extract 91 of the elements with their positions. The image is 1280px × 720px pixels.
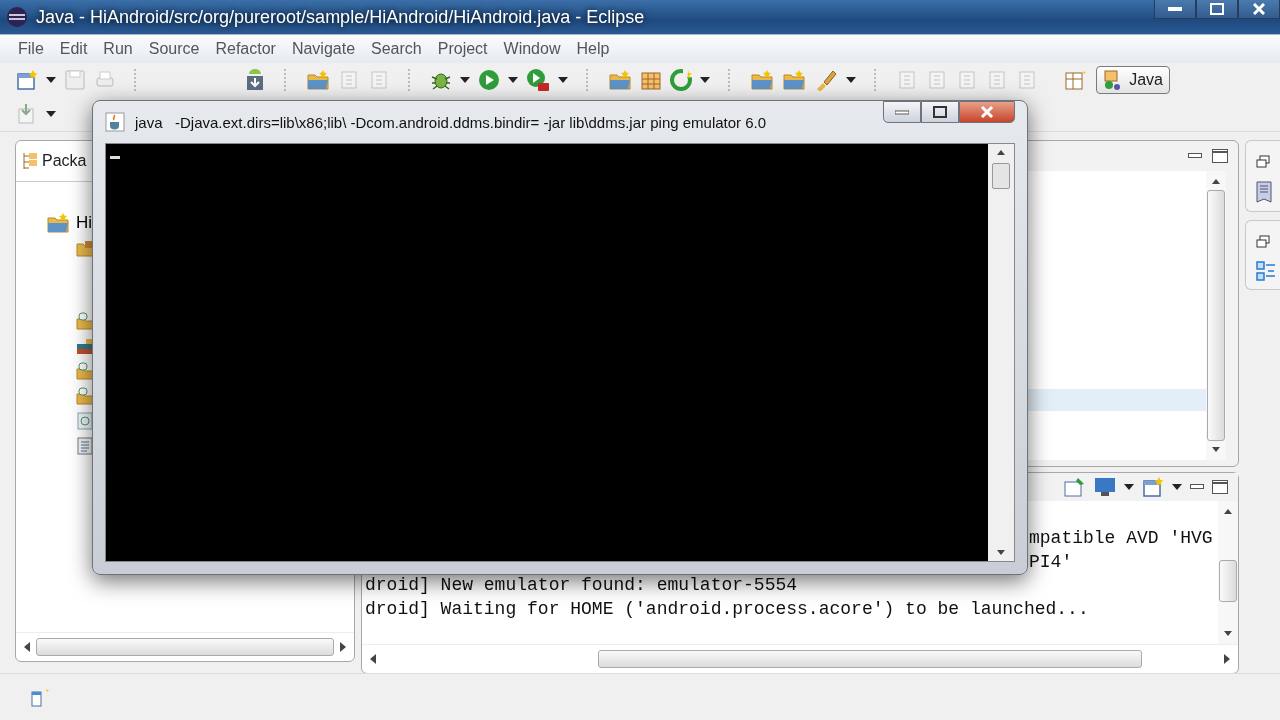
minimize-icon[interactable] xyxy=(1190,484,1204,490)
console-line: droid] Waiting for HOME ('android.process.acore') to be launched... xyxy=(365,598,1089,619)
new-window-icon[interactable] xyxy=(16,69,38,91)
new-project-icon[interactable] xyxy=(306,69,330,91)
caret-icon[interactable] xyxy=(700,77,710,83)
outline-icon[interactable] xyxy=(1256,261,1276,281)
task-list-icon[interactable] xyxy=(1256,181,1272,203)
window-title: java -Djava.ext.dirs=lib\x86;lib\ -Dcom.android.ddms.bindir= -jar lib\ddms.jar ping emulator 6.0 xyxy=(135,113,767,131)
source-folder-icon xyxy=(76,361,94,380)
scroll-thumb[interactable] xyxy=(1207,190,1225,441)
project-icon[interactable] xyxy=(46,212,70,234)
caret-icon[interactable] xyxy=(460,77,470,83)
window-title: Java - HiAndroid/src/org/pureroot/sample/HiAndroid/HiAndroid.java - Eclipse xyxy=(36,6,645,28)
tree-item[interactable]: Hi xyxy=(76,213,93,233)
maximize-icon xyxy=(933,106,947,118)
minimize-icon xyxy=(895,109,909,115)
menu-item[interactable]: Project xyxy=(429,40,496,58)
console-line: PI4' xyxy=(1029,551,1073,572)
menu-item[interactable]: Navigate xyxy=(283,40,364,58)
caret-icon[interactable] xyxy=(508,77,518,83)
text-cursor xyxy=(110,156,120,159)
vertical-scrollbar[interactable] xyxy=(1206,171,1226,460)
arrow-up-icon[interactable] xyxy=(1224,509,1232,514)
scroll-thumb[interactable] xyxy=(992,163,1010,189)
scroll-thumb[interactable] xyxy=(36,638,334,656)
menu-item[interactable]: Help xyxy=(568,40,618,58)
arrow-right-icon[interactable] xyxy=(340,642,346,652)
caret-icon[interactable] xyxy=(558,77,568,83)
package-folder-icon xyxy=(76,239,94,258)
arrow-left-icon[interactable] xyxy=(370,654,376,664)
new-package-icon[interactable] xyxy=(608,69,632,91)
menu-item[interactable]: File xyxy=(10,40,52,58)
maximize-icon xyxy=(1210,3,1224,15)
vertical-scrollbar[interactable] xyxy=(1218,501,1238,644)
menu-item[interactable]: Run xyxy=(95,40,141,58)
menu-item[interactable]: Edit xyxy=(51,40,96,58)
arrow-up-icon[interactable] xyxy=(997,150,1005,155)
arrow-left-icon[interactable] xyxy=(24,642,30,652)
minimize-icon xyxy=(1168,6,1182,12)
restore-icon[interactable] xyxy=(1256,235,1270,249)
console-line: droid] New emulator found: emulator-5554 xyxy=(365,575,798,595)
source-folder-icon xyxy=(76,311,94,330)
caret-icon[interactable] xyxy=(46,77,56,83)
perspective-button[interactable]: Java xyxy=(1096,66,1170,94)
menu-item[interactable]: Search xyxy=(363,40,430,58)
caret-icon[interactable] xyxy=(846,77,856,83)
open-perspective-icon[interactable] xyxy=(1064,69,1087,91)
close-button[interactable] xyxy=(959,101,1015,123)
scroll-thumb[interactable] xyxy=(1219,560,1237,602)
document-icon xyxy=(76,436,94,455)
close-icon xyxy=(1253,3,1265,15)
arrow-down-icon[interactable] xyxy=(997,550,1005,555)
open-folder-icon[interactable] xyxy=(750,69,774,91)
minimize-icon[interactable] xyxy=(1188,153,1202,159)
library-icon xyxy=(76,336,94,355)
new-console-icon[interactable] xyxy=(1142,476,1164,498)
java-cup-icon xyxy=(105,112,125,132)
panel-tab[interactable]: Packa xyxy=(42,152,87,170)
monitor-icon[interactable] xyxy=(1094,477,1116,497)
close-icon xyxy=(980,106,994,118)
maximize-icon[interactable] xyxy=(1212,480,1228,494)
pin-icon[interactable] xyxy=(1064,477,1086,497)
menu-item[interactable]: Window xyxy=(495,40,569,58)
eclipse-icon xyxy=(6,6,28,28)
arrow-up-icon[interactable] xyxy=(1212,179,1220,184)
arrow-down-icon[interactable] xyxy=(1224,631,1232,636)
caret-icon[interactable] xyxy=(1124,484,1134,490)
play-toolbox-icon[interactable] xyxy=(526,68,550,92)
arrow-right-icon[interactable] xyxy=(1224,654,1230,664)
source-folder-icon xyxy=(76,386,94,405)
maximize-icon[interactable] xyxy=(1212,149,1228,163)
play-icon[interactable] xyxy=(478,69,500,91)
caret-icon[interactable] xyxy=(1172,484,1182,490)
manifest-icon xyxy=(76,411,94,430)
package-explorer-icon xyxy=(21,151,39,171)
caret-icon[interactable] xyxy=(46,111,56,117)
menu-item[interactable]: Source xyxy=(140,40,208,58)
grid-icon[interactable] xyxy=(640,69,662,91)
scrollbar[interactable] xyxy=(988,144,1014,561)
refresh-icon[interactable] xyxy=(670,69,692,91)
folder-icon[interactable] xyxy=(782,69,806,91)
console-line: mpatible AVD 'HVG xyxy=(1029,528,1213,548)
maximize-button[interactable] xyxy=(921,101,959,123)
close-button[interactable] xyxy=(1238,0,1280,19)
maximize-button[interactable] xyxy=(1196,0,1238,19)
scroll-thumb[interactable] xyxy=(598,650,1142,668)
arrow-down-icon[interactable] xyxy=(1212,447,1220,452)
download-icon[interactable] xyxy=(244,68,266,92)
minimize-button[interactable] xyxy=(1154,0,1196,19)
restore-icon[interactable] xyxy=(1256,155,1270,169)
menu-item[interactable]: Refactor xyxy=(207,40,284,58)
